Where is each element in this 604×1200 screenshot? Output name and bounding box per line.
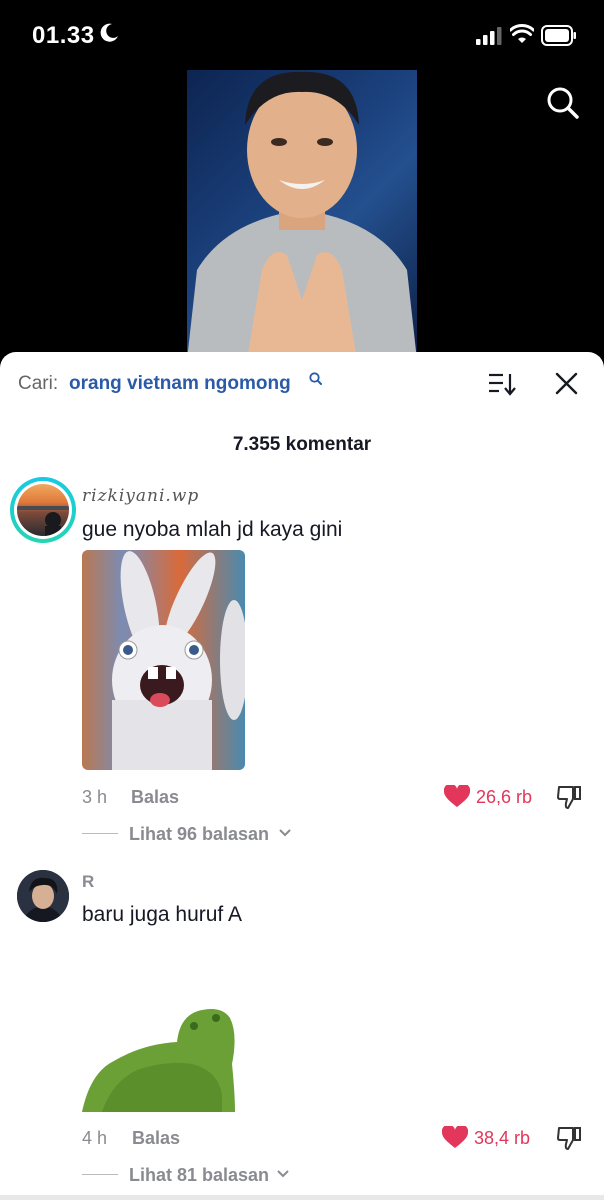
chevron-down-icon <box>277 1170 289 1178</box>
replies-divider <box>82 1174 118 1175</box>
dislike-icon[interactable] <box>556 1125 582 1151</box>
search-icon[interactable] <box>546 86 580 120</box>
dislike-icon[interactable] <box>556 784 582 810</box>
reply-button[interactable]: Balas <box>131 787 179 808</box>
comment-text: gue nyoba mlah jd kaya gini <box>82 518 343 541</box>
comment-image-frog[interactable] <box>82 1004 235 1112</box>
comment-username[interactable]: rizkiyani.wp <box>82 486 199 506</box>
sort-icon[interactable] <box>488 372 516 396</box>
comment-text: baru juga huruf A <box>82 903 242 926</box>
comment-time: 3 h <box>82 787 108 807</box>
avatar-photo <box>17 870 69 922</box>
comment-count: 7.355 komentar <box>232 434 372 455</box>
avatar[interactable] <box>17 484 69 536</box>
battery-icon <box>541 25 576 46</box>
person-video-frame <box>187 71 417 360</box>
video-player[interactable] <box>187 70 417 360</box>
heart-icon[interactable] <box>444 785 470 808</box>
view-replies-link[interactable]: Lihat 81 balasan <box>129 1165 269 1186</box>
replies-divider <box>82 833 118 834</box>
bottom-divider <box>0 1195 604 1200</box>
close-icon[interactable] <box>555 372 578 395</box>
wifi-icon <box>510 24 534 43</box>
search-query-link[interactable]: orang vietnam ngomong <box>69 373 291 395</box>
like-count: 26,6 rb <box>476 787 533 807</box>
avatar-photo <box>17 506 69 536</box>
search-small-icon <box>309 372 322 385</box>
reply-button[interactable]: Balas <box>132 1128 180 1149</box>
comment-time: 4 h <box>82 1128 108 1148</box>
comment-username[interactable]: R <box>82 872 94 892</box>
frog-sticker <box>82 1009 235 1112</box>
chevron-down-icon <box>279 829 291 837</box>
search-label: Cari: <box>18 373 59 394</box>
status-time: 01.33 <box>32 22 95 49</box>
moon-icon <box>100 23 118 42</box>
comment-image-rabbid[interactable] <box>82 550 245 770</box>
like-count: 38,4 rb <box>474 1128 531 1148</box>
rabbid-sticker <box>112 551 245 770</box>
heart-icon[interactable] <box>442 1126 468 1149</box>
view-replies-link[interactable]: Lihat 96 balasan <box>129 824 269 845</box>
avatar[interactable] <box>17 870 69 922</box>
signal-icon <box>476 27 502 45</box>
